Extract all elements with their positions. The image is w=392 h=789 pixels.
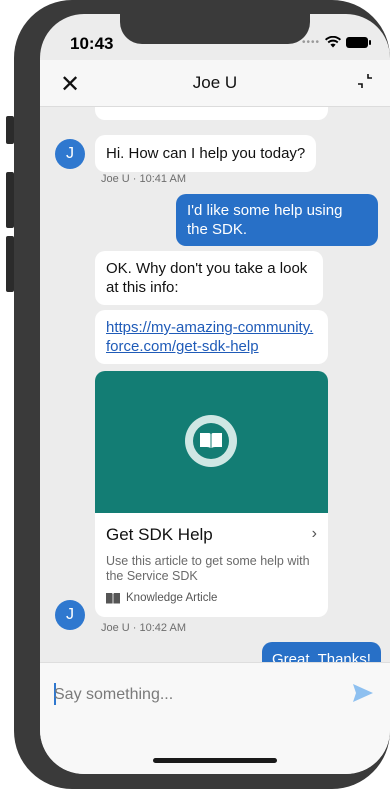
user-message: I'd like some help using the SDK. xyxy=(176,194,378,246)
article-link[interactable]: https://my-amazing-community.force.com/g… xyxy=(106,319,313,355)
knowledge-article-icon xyxy=(106,593,120,604)
agent-message: OK. Why don't you take a look at this in… xyxy=(95,251,323,305)
home-indicator[interactable] xyxy=(153,758,277,763)
chevron-right-icon: › xyxy=(311,525,317,542)
minimize-icon[interactable] xyxy=(356,72,374,90)
composer xyxy=(40,662,390,774)
phone-frame: 10:43 •••• ✕ Joe U www.salesforce.com › xyxy=(14,0,390,789)
status-time: 10:43 xyxy=(70,34,114,53)
send-icon[interactable] xyxy=(352,683,374,703)
message-meta: Joe U · 10:41 AM xyxy=(101,173,186,185)
book-icon xyxy=(185,415,237,467)
avatar: J xyxy=(55,139,85,169)
notch xyxy=(120,14,310,44)
wifi-icon xyxy=(325,36,341,48)
screen: 10:43 •••• ✕ Joe U www.salesforce.com › xyxy=(40,14,390,774)
agent-message: Hi. How can I help you today? xyxy=(95,135,317,172)
card-type: Knowledge Article xyxy=(106,592,217,604)
mute-switch xyxy=(6,116,14,144)
battery-icon xyxy=(346,36,371,48)
card-type-label: Knowledge Article xyxy=(126,592,218,604)
card-title: Get SDK Help xyxy=(106,525,213,544)
avatar: J xyxy=(55,600,85,630)
article-card[interactable]: Get SDK Help › Use this article to get s… xyxy=(95,371,328,617)
chat-header: ✕ Joe U xyxy=(40,60,390,107)
signal-dots-icon: •••• xyxy=(301,36,320,48)
card-hero xyxy=(95,371,328,513)
message-input[interactable] xyxy=(54,683,344,707)
volume-down-button xyxy=(6,236,14,292)
message-feed[interactable]: www.salesforce.com › J Hi. How can I hel… xyxy=(40,90,390,677)
card-description: Use this article to get some help with t… xyxy=(106,554,310,583)
volume-up-button xyxy=(6,172,14,228)
status-icons: •••• xyxy=(301,36,371,48)
link-message[interactable]: https://my-amazing-community.force.com/g… xyxy=(95,310,328,364)
message-meta: Joe U · 10:42 AM xyxy=(101,622,186,634)
chat-title: Joe U xyxy=(192,73,238,92)
